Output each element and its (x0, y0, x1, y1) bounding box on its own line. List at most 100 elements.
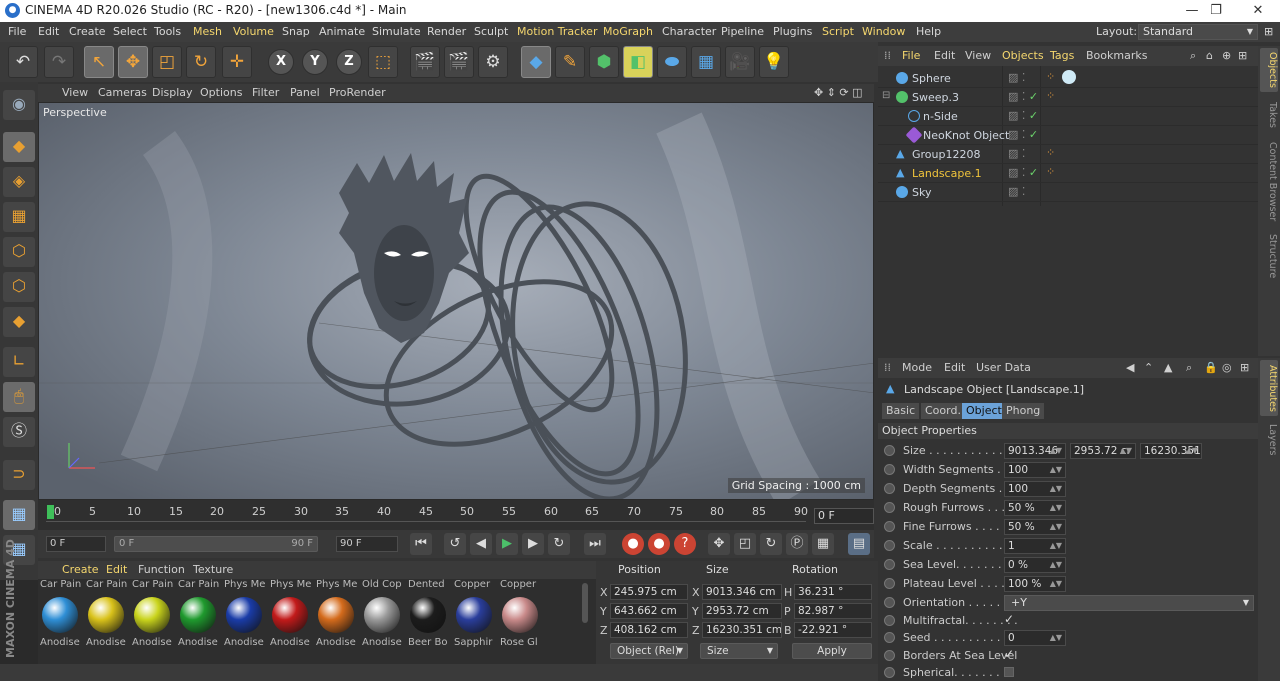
visibility-toggle[interactable]: ▨ ⁚ (1008, 185, 1025, 198)
autokey-icon[interactable]: ● (648, 533, 670, 555)
material-swatch[interactable]: Car Pain Anodise (38, 579, 82, 651)
snap-icon[interactable]: Ⓢ (3, 417, 35, 447)
light-icon[interactable]: 💡 (759, 46, 789, 78)
visibility-toggle[interactable]: ▨ ⁚ ✓ (1008, 90, 1038, 103)
previous-frame-icon[interactable]: ◀ (470, 533, 492, 555)
axis-mode-icon[interactable]: ∟ (3, 347, 35, 377)
visibility-toggle[interactable]: ▨ ⁚ (1008, 147, 1025, 160)
render-settings-icon[interactable]: ⚙ (478, 46, 508, 78)
key-position-icon[interactable]: ✥ (708, 533, 730, 555)
menu-simulate[interactable]: Simulate (372, 25, 421, 38)
orientation-dropdown[interactable]: +Y ▼ (1004, 595, 1254, 611)
obj-menu-bookmarks[interactable]: Bookmarks (1086, 49, 1147, 62)
z-axis-lock-icon[interactable]: Z (336, 49, 362, 75)
move-tool-icon[interactable]: ✥ (118, 46, 148, 78)
tab-basic[interactable]: Basic (882, 403, 920, 419)
maximize-icon[interactable]: ❐ (1196, 1, 1236, 21)
menu-sculpt[interactable]: Sculpt (474, 25, 508, 38)
close-icon[interactable]: ✕ (1238, 1, 1278, 21)
tab-object[interactable]: Object (962, 403, 1006, 419)
menu-motion-tracker[interactable]: Motion Tracker (517, 25, 597, 38)
menu-mograph[interactable]: MoGraph (603, 25, 653, 38)
position-z-field[interactable]: 408.162 cm (610, 622, 688, 638)
menu-expand-icon[interactable]: ⊞ (1264, 25, 1273, 38)
make-editable-icon[interactable]: ◉ (3, 90, 35, 120)
layout-select[interactable]: Standard ▼ (1138, 24, 1258, 40)
obj-menu-tags[interactable]: Tags (1050, 49, 1074, 62)
apply-button[interactable]: Apply (792, 643, 872, 659)
obj-menu-objects[interactable]: Objects (1002, 49, 1044, 62)
key-pla-icon[interactable]: ▦ (812, 533, 834, 555)
animate-dot-icon[interactable] (884, 502, 895, 513)
material-scrollbar[interactable] (582, 583, 588, 623)
material-tag-icon[interactable]: ⁘ (1046, 165, 1055, 178)
render-view-icon[interactable]: 🎬 (410, 46, 440, 78)
borders-at-sea-level-checkbox[interactable]: ✓ (1004, 648, 1016, 660)
vp-menu-options[interactable]: Options (200, 86, 242, 99)
size-x-field[interactable]: 9013.346 cm (702, 584, 782, 600)
multifractal-checkbox[interactable]: ✓ (1004, 613, 1016, 625)
attr-menu-mode[interactable]: Mode (902, 361, 932, 374)
menu-mesh[interactable]: Mesh (193, 25, 222, 38)
timeline-window-icon[interactable]: ▤ (848, 533, 870, 555)
plateau-level-input[interactable]: 100 % ▲▼ (1004, 576, 1066, 592)
go-to-start-icon[interactable]: ⏮ (410, 533, 432, 555)
material-swatch[interactable]: Phys Me Anodise (268, 579, 312, 651)
size-z-field[interactable]: 16230.351 cm (702, 622, 782, 638)
menu-render[interactable]: Render (427, 25, 466, 38)
go-to-end-icon[interactable]: ⏭ (584, 533, 606, 555)
animate-dot-icon[interactable] (884, 667, 895, 678)
magnet-icon[interactable]: ⊃ (3, 460, 35, 490)
key-rotation-icon[interactable]: ↻ (760, 533, 782, 555)
menu-create[interactable]: Create (69, 25, 106, 38)
menu-animate[interactable]: Animate (319, 25, 365, 38)
material-swatch[interactable]: Phys Me Anodise (222, 579, 266, 651)
menu-character[interactable]: Character (662, 25, 716, 38)
viewport-nav-icons[interactable]: ✥ ⇕ ⟳ ◫ (814, 86, 863, 99)
menu-select[interactable]: Select (113, 25, 147, 38)
position-y-field[interactable]: 643.662 cm (610, 603, 688, 619)
menu-script[interactable]: Script (822, 25, 854, 38)
material-swatch[interactable]: Phys Me Anodise (314, 579, 358, 651)
object-row-sky[interactable]: Sky ▨ ⁚ (878, 183, 1258, 202)
vp-menu-cameras[interactable]: Cameras (98, 86, 147, 99)
depth-segments-input[interactable]: 100 ▲▼ (1004, 481, 1066, 497)
start-frame-field[interactable]: 0 F (46, 536, 106, 552)
edges-mode-icon[interactable]: ⬡ (3, 272, 35, 302)
vp-menu-filter[interactable]: Filter (252, 86, 279, 99)
menu-pipeline[interactable]: Pipeline (721, 25, 764, 38)
side-tab-content-browser[interactable]: Content Browser (1260, 138, 1278, 226)
material-swatch[interactable]: Dented Beer Bo (406, 579, 450, 651)
material-swatch[interactable]: Copper Rose Gl (498, 579, 542, 651)
play-icon[interactable]: ▶ (496, 533, 518, 555)
animate-dot-icon[interactable] (884, 650, 895, 661)
x-axis-lock-icon[interactable]: X (268, 49, 294, 75)
workplane-mode-icon[interactable]: ▦ (3, 202, 35, 232)
material-tag-icon[interactable]: ⁘ (1046, 89, 1055, 102)
size-y-field[interactable]: 2953.72 cm (702, 603, 782, 619)
camera-icon[interactable]: 🎥 (725, 46, 755, 78)
fine-furrows-input[interactable]: 50 % ▲▼ (1004, 519, 1066, 535)
side-tab-takes[interactable]: Takes (1260, 98, 1278, 132)
object-row-landscape[interactable]: ▲ Landscape.1 ▨ ⁚ ✓ ⁘ (878, 164, 1258, 183)
animate-dot-icon[interactable] (884, 540, 895, 551)
animate-dot-icon[interactable] (884, 464, 895, 475)
y-axis-lock-icon[interactable]: Y (302, 49, 328, 75)
record-active-icon[interactable]: ● (622, 533, 644, 555)
animate-dot-icon[interactable] (884, 559, 895, 570)
model-mode-icon[interactable]: ◆ (3, 132, 35, 162)
previous-key-icon[interactable]: ↺ (444, 533, 466, 555)
object-row-group[interactable]: ▲ Group12208 ▨ ⁚ ⁘ (878, 145, 1258, 164)
size-y-input[interactable]: 2953.72 cı ▲▼ (1070, 443, 1136, 459)
rotation-p-field[interactable]: 82.987 ° (794, 603, 872, 619)
scale-input[interactable]: 1 ▲▼ (1004, 538, 1066, 554)
side-tab-layers[interactable]: Layers (1260, 422, 1278, 458)
solo-mode-icon[interactable]: ▦ (3, 500, 35, 530)
material-swatch[interactable]: Car Pain Anodise (130, 579, 174, 651)
material-swatch[interactable]: Car Pain Anodise (84, 579, 128, 651)
perspective-viewport[interactable]: Perspective Grid Spacing : 1000 cm (38, 102, 874, 500)
mat-menu-texture[interactable]: Texture (193, 563, 233, 576)
array-generator-icon[interactable]: ◧ (623, 46, 653, 78)
keyframe-selection-icon[interactable]: ? (674, 533, 696, 555)
animate-dot-icon[interactable] (884, 521, 895, 532)
